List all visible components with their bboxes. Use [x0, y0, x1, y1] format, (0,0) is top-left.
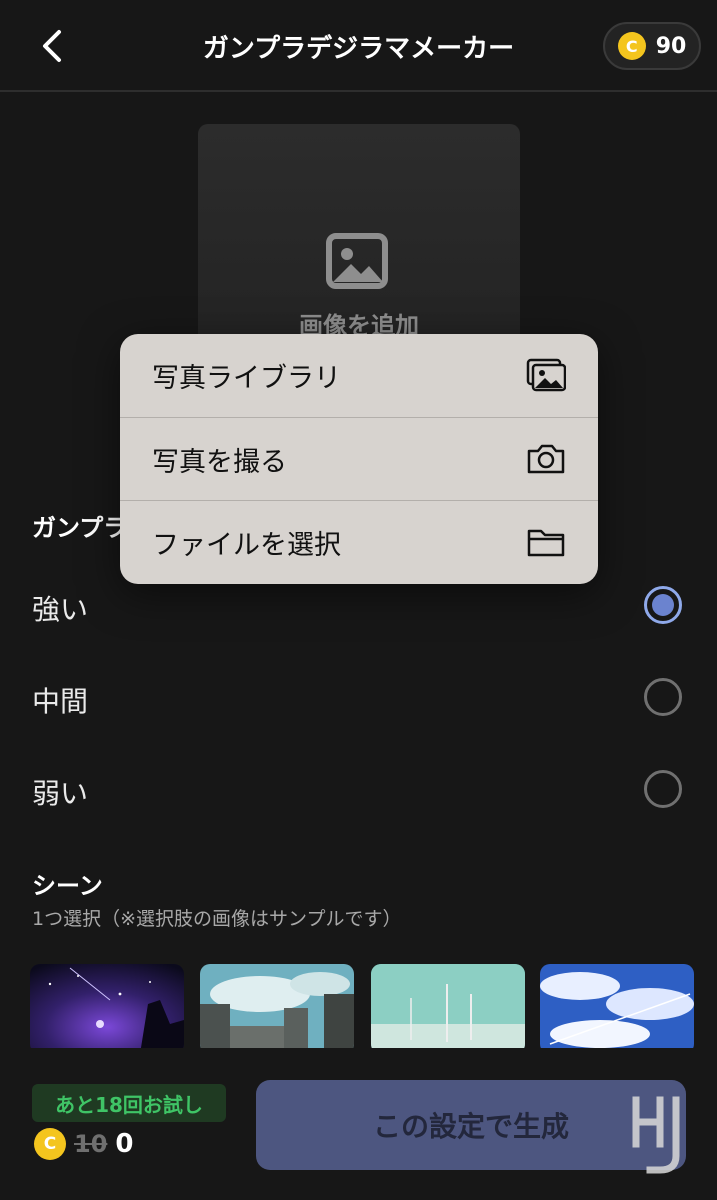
radio-button[interactable] — [644, 678, 682, 716]
image-icon — [326, 233, 388, 289]
option-label: 弱い — [32, 777, 89, 810]
menu-item-take-photo[interactable]: 写真を撮る — [120, 417, 598, 500]
app-header: ガンプラデジラマメーカー C 90 — [0, 0, 717, 92]
radio-button-selected[interactable] — [644, 586, 682, 624]
menu-item-photo-library[interactable]: 写真ライブラリ — [120, 334, 598, 417]
coin-icon: C — [34, 1128, 66, 1160]
trial-badge: あと18回お試し — [32, 1084, 226, 1122]
bottom-bar: あと18回お試し C 10 0 この設定で生成 — [0, 1048, 717, 1200]
strength-option-strong[interactable]: 強い — [0, 576, 717, 636]
strength-option-weak[interactable]: 弱い — [0, 760, 717, 820]
section-heading: ガンプラ — [32, 514, 128, 542]
menu-item-label: 写真を撮る — [152, 446, 287, 478]
scene-thumbnail-sky[interactable] — [540, 964, 694, 1050]
coin-icon: C — [617, 32, 646, 60]
menu-item-choose-file[interactable]: ファイルを選択 — [120, 500, 598, 583]
add-image-area[interactable]: 画像を追加 — [198, 124, 520, 354]
coin-balance[interactable]: C 90 — [603, 22, 701, 70]
camera-icon — [527, 444, 565, 474]
photo-library-icon — [526, 358, 566, 392]
image-source-menu: 写真ライブラリ 写真を撮る ファイルを選択 — [120, 334, 598, 584]
radio-button[interactable] — [644, 770, 682, 808]
scene-thumbnail-city[interactable] — [200, 964, 354, 1050]
menu-item-label: 写真ライブラリ — [152, 363, 341, 394]
generate-button[interactable]: この設定で生成 — [256, 1080, 686, 1170]
coin-balance-value: 90 — [655, 33, 687, 59]
old-price: 10 — [74, 1130, 108, 1158]
scene-thumbnail-field[interactable] — [371, 964, 525, 1050]
scene-thumbnail-space[interactable] — [30, 964, 184, 1050]
scene-subtitle: 1つ選択（※選択肢の画像はサンプルです） — [32, 908, 402, 930]
option-label: 強い — [32, 593, 89, 626]
strength-option-medium[interactable]: 中間 — [0, 668, 717, 728]
scene-title: シーン — [32, 872, 103, 900]
scene-thumbnail-list — [30, 964, 717, 1050]
generation-cost: C 10 0 — [34, 1128, 134, 1160]
folder-icon — [527, 529, 565, 557]
new-price: 0 — [115, 1129, 134, 1159]
menu-item-label: ファイルを選択 — [152, 529, 341, 561]
watermark-logo — [632, 1096, 680, 1174]
option-label: 中間 — [32, 685, 89, 718]
